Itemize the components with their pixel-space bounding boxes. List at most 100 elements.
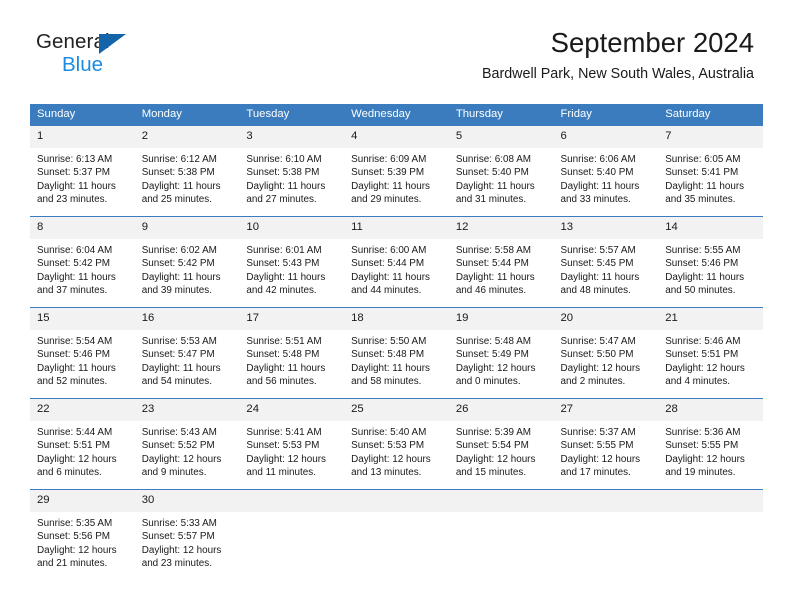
week-row: 15 Sunrise: 5:54 AM Sunset: 5:46 PM Dayligh… <box>30 307 763 399</box>
day-cell[interactable]: 27 Sunrise: 5:37 AM Sunset: 5:55 PM Dayligh… <box>553 398 659 490</box>
sunrise-text: Sunrise: 6:12 AM <box>141 154 217 165</box>
title-block: September 2024 Bardwell Park, New South … <box>482 26 754 83</box>
sunrise-text: Sunrise: 6:02 AM <box>141 245 217 256</box>
day-number: 23 <box>134 399 240 421</box>
daylight-text: Daylight: 12 hours and 9 minutes. <box>141 453 222 479</box>
day-cell[interactable]: 13 Sunrise: 5:57 AM Sunset: 5:45 PM Dayligh… <box>553 216 659 308</box>
location-subtitle: Bardwell Park, New South Wales, Australi… <box>481 66 754 82</box>
day-cell[interactable]: 29 Sunrise: 5:35 AM Sunset: 5:56 PM Dayligh… <box>30 489 135 580</box>
day-details: Sunrise: 5:44 AM Sunset: 5:51 PM Daylight:… <box>30 421 135 480</box>
day-number: 24 <box>239 399 345 421</box>
day-cell[interactable]: 7 Sunrise: 6:05 AM Sunset: 5:41 PM Daylight… <box>658 125 763 217</box>
day-details: Sunrise: 5:37 AM Sunset: 5:55 PM Daylight:… <box>554 421 659 480</box>
day-cell[interactable]: 8 Sunrise: 6:04 AM Sunset: 5:42 PM Daylight… <box>30 216 135 308</box>
day-number: 26 <box>448 399 554 421</box>
day-number: 22 <box>30 399 135 421</box>
daylight-text: Daylight: 12 hours and 4 minutes. <box>665 362 745 388</box>
sunrise-text: Sunrise: 6:00 AM <box>351 245 427 256</box>
sunrise-text: Sunrise: 6:09 AM <box>351 154 427 165</box>
daylight-text: Daylight: 12 hours and 0 minutes. <box>455 362 536 388</box>
sunset-text: Sunset: 5:42 PM <box>141 258 215 270</box>
weekday-header-wednesday: Wednesday <box>344 104 449 126</box>
day-details: Sunrise: 6:02 AM Sunset: 5:42 PM Daylight:… <box>135 239 240 298</box>
day-cell[interactable]: 17 Sunrise: 5:51 AM Sunset: 5:48 PM Dayligh… <box>239 307 345 399</box>
day-cell[interactable]: 23 Sunrise: 5:43 AM Sunset: 5:52 PM Dayligh… <box>134 398 240 490</box>
day-cell[interactable]: 24 Sunrise: 5:41 AM Sunset: 5:53 PM Dayligh… <box>239 398 345 490</box>
sunset-text: Sunset: 5:38 PM <box>141 167 215 179</box>
day-cell[interactable]: 30 Sunrise: 5:33 AM Sunset: 5:57 PM Dayligh… <box>134 489 240 580</box>
day-cell[interactable]: 16 Sunrise: 5:53 AM Sunset: 5:47 PM Dayligh… <box>134 307 240 399</box>
sunrise-text: Sunrise: 5:41 AM <box>246 427 322 438</box>
day-number: 17 <box>239 308 345 330</box>
sunrise-text: Sunrise: 6:08 AM <box>455 154 532 165</box>
day-number: 12 <box>448 217 554 239</box>
day-cell[interactable]: 1 Sunrise: 6:13 AM Sunset: 5:37 PM Daylight… <box>30 125 135 217</box>
sunset-text: Sunset: 5:51 PM <box>37 440 111 452</box>
sunrise-text: Sunrise: 5:33 AM <box>141 518 217 529</box>
daylight-text: Daylight: 12 hours and 19 minutes. <box>665 453 745 479</box>
day-cell[interactable]: 3 Sunrise: 6:10 AM Sunset: 5:38 PM Daylight… <box>239 125 345 217</box>
daylight-text: Daylight: 11 hours and 37 minutes. <box>37 271 116 297</box>
sunrise-text: Sunrise: 6:06 AM <box>560 154 636 165</box>
day-cell[interactable]: 26 Sunrise: 5:39 AM Sunset: 5:54 PM Dayligh… <box>448 398 554 490</box>
daylight-text: Daylight: 12 hours and 13 minutes. <box>351 453 431 479</box>
day-cell[interactable]: 5 Sunrise: 6:08 AM Sunset: 5:40 PM Daylight… <box>448 125 554 217</box>
day-cell[interactable]: 9 Sunrise: 6:02 AM Sunset: 5:42 PM Daylight… <box>134 216 240 308</box>
daylight-text: Daylight: 11 hours and 56 minutes. <box>246 362 326 388</box>
sunrise-text: Sunrise: 5:57 AM <box>560 245 636 256</box>
day-details: Sunrise: 5:50 AM Sunset: 5:48 PM Daylight:… <box>344 330 449 389</box>
day-details: Sunrise: 5:48 AM Sunset: 5:49 PM Daylight:… <box>449 330 554 389</box>
daylight-text: Daylight: 12 hours and 6 minutes. <box>37 453 117 479</box>
sunset-text: Sunset: 5:48 PM <box>351 349 425 361</box>
calendar-table: Sunday Monday Tuesday Wednesday Thursday… <box>30 104 763 580</box>
day-number: 7 <box>658 126 763 148</box>
daylight-text: Daylight: 11 hours and 27 minutes. <box>246 180 326 206</box>
day-number: 3 <box>239 126 345 148</box>
daylight-text: Daylight: 11 hours and 44 minutes. <box>351 271 430 297</box>
day-cell[interactable]: 19 Sunrise: 5:48 AM Sunset: 5:49 PM Dayligh… <box>448 307 554 399</box>
day-number: 8 <box>30 217 135 239</box>
daylight-text: Daylight: 11 hours and 58 minutes. <box>351 362 430 388</box>
day-cell[interactable]: 14 Sunrise: 5:55 AM Sunset: 5:46 PM Dayligh… <box>658 216 763 308</box>
day-cell[interactable]: 6 Sunrise: 6:06 AM Sunset: 5:40 PM Daylight… <box>553 125 659 217</box>
day-details: Sunrise: 5:57 AM Sunset: 5:45 PM Daylight:… <box>554 239 659 298</box>
week-row: 1 Sunrise: 6:13 AM Sunset: 5:37 PM Daylight… <box>30 125 763 217</box>
sunset-text: Sunset: 5:39 PM <box>351 167 425 179</box>
sunrise-text: Sunrise: 5:48 AM <box>455 336 532 347</box>
weekday-header-thursday: Thursday <box>448 104 554 126</box>
day-cell[interactable]: 22 Sunrise: 5:44 AM Sunset: 5:51 PM Dayligh… <box>30 398 135 490</box>
day-cell[interactable]: 25 Sunrise: 5:40 AM Sunset: 5:53 PM Dayligh… <box>344 398 449 490</box>
day-details: Sunrise: 5:51 AM Sunset: 5:48 PM Daylight:… <box>239 330 344 389</box>
sunset-text: Sunset: 5:53 PM <box>351 440 425 452</box>
sunset-text: Sunset: 5:53 PM <box>246 440 320 452</box>
day-cell[interactable]: 12 Sunrise: 5:58 AM Sunset: 5:44 PM Dayligh… <box>448 216 554 308</box>
day-cell[interactable]: 10 Sunrise: 6:01 AM Sunset: 5:43 PM Dayligh… <box>239 216 345 308</box>
day-number: 2 <box>134 126 240 148</box>
sunset-text: Sunset: 5:50 PM <box>560 349 634 361</box>
sunrise-text: Sunrise: 5:35 AM <box>37 518 113 529</box>
sunrise-text: Sunrise: 5:46 AM <box>665 336 741 347</box>
day-cell[interactable]: 2 Sunrise: 6:12 AM Sunset: 5:38 PM Daylight… <box>134 125 240 217</box>
daylight-text: Daylight: 11 hours and 33 minutes. <box>560 180 640 206</box>
weekday-header-row: Sunday Monday Tuesday Wednesday Thursday… <box>30 104 763 126</box>
day-details: Sunrise: 5:54 AM Sunset: 5:46 PM Daylight:… <box>30 330 135 389</box>
day-number: 6 <box>553 126 659 148</box>
weekday-header-monday: Monday <box>134 104 240 126</box>
sunset-text: Sunset: 5:57 PM <box>141 531 215 543</box>
day-cell[interactable]: 18 Sunrise: 5:50 AM Sunset: 5:48 PM Dayligh… <box>344 307 449 399</box>
sunset-text: Sunset: 5:45 PM <box>560 258 634 270</box>
day-cell[interactable]: 11 Sunrise: 6:00 AM Sunset: 5:44 PM Dayligh… <box>344 216 449 308</box>
daylight-text: Daylight: 11 hours and 39 minutes. <box>141 271 221 297</box>
day-number <box>344 490 449 512</box>
day-cell[interactable]: 4 Sunrise: 6:09 AM Sunset: 5:39 PM Daylight… <box>344 125 449 217</box>
day-details: Sunrise: 6:09 AM Sunset: 5:39 PM Daylight:… <box>344 148 449 207</box>
day-cell[interactable]: 21 Sunrise: 5:46 AM Sunset: 5:51 PM Dayligh… <box>658 307 763 399</box>
day-number: 21 <box>658 308 763 330</box>
day-cell[interactable]: 28 Sunrise: 5:36 AM Sunset: 5:55 PM Dayligh… <box>658 398 763 490</box>
weekday-header-saturday: Saturday <box>658 104 763 126</box>
day-details: Sunrise: 5:35 AM Sunset: 5:56 PM Daylight:… <box>30 512 135 571</box>
day-number: 1 <box>30 126 135 148</box>
daylight-text: Daylight: 11 hours and 29 minutes. <box>351 180 430 206</box>
day-cell[interactable]: 15 Sunrise: 5:54 AM Sunset: 5:46 PM Dayligh… <box>30 307 135 399</box>
day-cell[interactable]: 20 Sunrise: 5:47 AM Sunset: 5:50 PM Dayligh… <box>553 307 659 399</box>
